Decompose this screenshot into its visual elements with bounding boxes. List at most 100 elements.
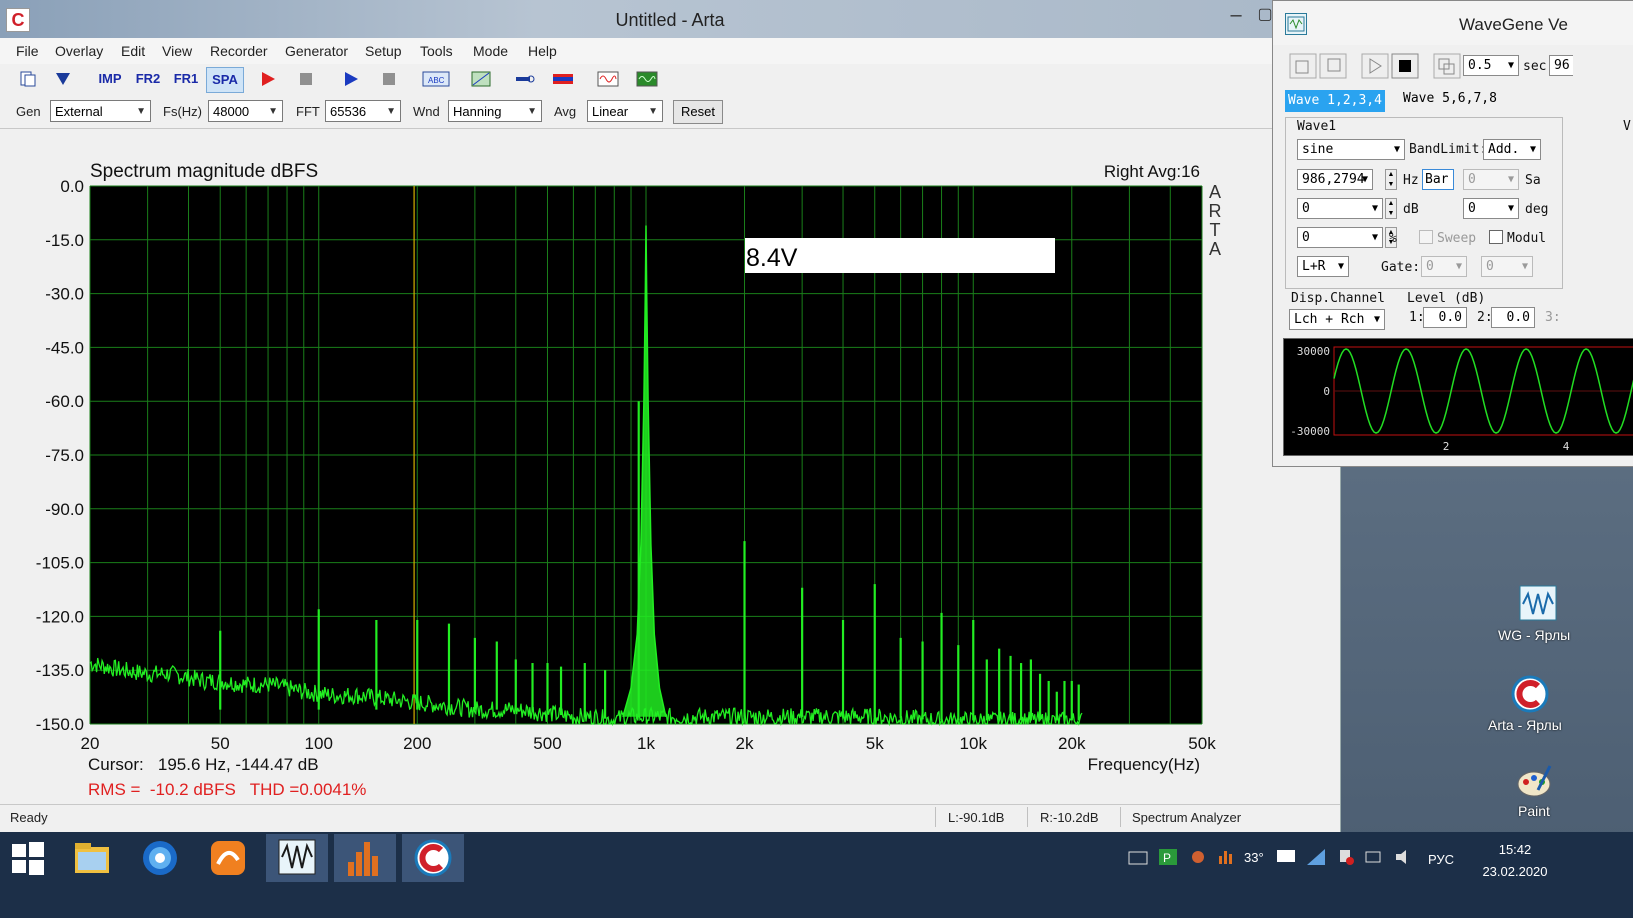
modul-checkbox[interactable] (1489, 230, 1503, 244)
status-separator (935, 807, 936, 827)
browser-icon[interactable] (140, 838, 180, 878)
fs-select[interactable]: 48000 ▼ (208, 100, 283, 122)
x-tick-label: 50k (1188, 734, 1216, 753)
menu-mode[interactable]: Mode (473, 43, 508, 59)
p-tray-icon[interactable]: P (1158, 848, 1178, 866)
frequency-field[interactable]: 986,2794 ▼ (1297, 169, 1373, 190)
new-document-icon[interactable] (17, 70, 39, 88)
bar-button[interactable]: Bar (1422, 169, 1454, 190)
window-select[interactable]: Hanning ▼ (448, 100, 542, 122)
frequency-spinner[interactable]: ▲ ▼ (1385, 169, 1397, 190)
desktop-icon-label[interactable]: Paint (1518, 803, 1550, 819)
fr2-mode-button[interactable]: FR2 (131, 67, 165, 91)
signal-tray-icon[interactable] (1306, 848, 1326, 866)
channel-select[interactable]: L+R ▼ (1297, 256, 1349, 277)
display-tray-icon[interactable] (1276, 848, 1296, 866)
disp-channel-select[interactable]: Lch + Rch ▼ (1289, 309, 1385, 330)
stop-generator-icon[interactable] (378, 70, 400, 88)
menu-generator[interactable]: Generator (285, 43, 348, 59)
phase-value: 0 (1468, 201, 1476, 216)
play-icon[interactable] (1361, 53, 1389, 79)
wavegene-taskbar-icon[interactable] (266, 834, 328, 882)
duty-field[interactable]: 0 ▼ (1297, 227, 1383, 248)
menu-view[interactable]: View (162, 43, 192, 59)
copy-right-icon[interactable] (1319, 53, 1347, 79)
scope-icon[interactable] (636, 70, 658, 88)
arta-taskbar-icon[interactable] (402, 834, 464, 882)
minimize-icon[interactable]: – (1222, 4, 1250, 28)
status-ready: Ready (10, 810, 48, 825)
bandlimit-value: Add. (1488, 142, 1520, 157)
menu-help[interactable]: Help (528, 43, 557, 59)
menu-file[interactable]: File (16, 43, 39, 59)
level-db-spinner[interactable]: ▲ ▼ (1385, 198, 1397, 219)
menu-overlay[interactable]: Overlay (55, 43, 103, 59)
stop-icon[interactable] (295, 70, 317, 88)
language-indicator[interactable]: РУС (1428, 852, 1454, 867)
audio-meter-taskbar-icon[interactable] (334, 834, 396, 882)
tab-wave-5-8[interactable]: Wave 5,6,7,8 (1403, 91, 1497, 106)
open-icon[interactable] (52, 70, 74, 88)
color-bar-icon[interactable] (552, 70, 574, 88)
wnd-label: Wnd (413, 104, 440, 119)
clock-date[interactable]: 23.02.2020 (1472, 864, 1558, 879)
record-play-icon[interactable] (257, 70, 279, 88)
copy-left-icon[interactable] (1289, 53, 1317, 79)
probe-icon[interactable] (514, 70, 536, 88)
menu-recorder[interactable]: Recorder (210, 43, 268, 59)
reset-button[interactable]: Reset (673, 100, 723, 124)
toolbar: IMP FR2 FR1 SPA ABC (0, 64, 1340, 94)
temperature-readout[interactable]: 33° (1244, 850, 1264, 865)
volume-tray-icon[interactable] (1394, 848, 1414, 866)
menu-setup[interactable]: Setup (365, 43, 402, 59)
uc-browser-icon[interactable] (208, 838, 248, 878)
meter-tray-icon[interactable] (1216, 846, 1236, 866)
windows-start-icon[interactable] (10, 840, 46, 876)
phase-field[interactable]: 0 ▼ (1463, 198, 1519, 219)
arta-shortcut-icon[interactable] (1510, 674, 1550, 714)
tab-wave-1-4[interactable]: Wave 1,2,3,4 (1285, 90, 1385, 112)
desktop-icon-label[interactable]: Arta - Ярлы (1488, 717, 1562, 733)
spectrum-chart[interactable]: 0.0 -15.0 -30.0 -45.0 -60.0 -75.0 -90.0 -105.0 -… (12, 132, 1282, 800)
loop-icon[interactable] (1433, 53, 1461, 79)
wavegene-app-icon[interactable] (1285, 13, 1307, 35)
chevron-down-icon: ▼ (1507, 174, 1514, 185)
avg-label: Avg (554, 104, 577, 119)
samplerate-field[interactable]: 96 (1549, 55, 1573, 76)
abc-icon[interactable]: ABC (422, 70, 450, 88)
paint-shortcut-icon[interactable] (1514, 760, 1554, 800)
status-right-level: R:-10.2dB (1040, 810, 1099, 825)
stop-icon[interactable] (1391, 53, 1419, 79)
avg-select[interactable]: Linear ▼ (587, 100, 663, 122)
disp-channel-value: Lch + Rch (1294, 312, 1365, 327)
wave-type-select[interactable]: sine ▼ (1297, 139, 1405, 160)
chevron-down-icon: ▼ (1521, 261, 1528, 272)
play-icon[interactable] (340, 70, 362, 88)
duration-select[interactable]: 0.5 ▼ (1463, 55, 1519, 76)
file-explorer-icon[interactable] (72, 838, 112, 878)
chevron-down-icon: ▼ (136, 106, 146, 117)
clock-time[interactable]: 15:42 (1478, 842, 1552, 857)
fr1-mode-button[interactable]: FR1 (169, 67, 203, 91)
network-tray-icon[interactable] (1188, 848, 1208, 866)
spa-mode-button[interactable]: SPA (206, 67, 244, 93)
waveform-icon[interactable] (597, 70, 619, 88)
desktop-icon-label[interactable]: WG - Ярлы (1498, 627, 1570, 643)
keyboard-tray-icon[interactable] (1128, 850, 1148, 866)
level-db-field[interactable]: 0 ▼ (1297, 198, 1383, 219)
gate1-field: 0 ▼ (1421, 256, 1467, 277)
power-tray-icon[interactable] (1364, 848, 1384, 866)
gen-select[interactable]: External ▼ (50, 100, 151, 122)
menu-tools[interactable]: Tools (420, 43, 453, 59)
sa-unit: Sa (1525, 173, 1541, 188)
fft-select[interactable]: 65536 ▼ (325, 100, 401, 122)
y-tick-label: -150.0 (36, 715, 84, 734)
sweep-checkbox[interactable] (1419, 230, 1433, 244)
wavegene-shortcut-icon[interactable] (1518, 584, 1558, 624)
flag-tray-icon[interactable] (1336, 848, 1356, 866)
menu-edit[interactable]: Edit (121, 43, 145, 59)
spectrum-settings-icon[interactable] (470, 70, 492, 88)
bandlimit-select[interactable]: Add. ▼ (1483, 139, 1541, 160)
imp-mode-button[interactable]: IMP (93, 67, 127, 91)
chevron-down-icon: ▼ (268, 106, 278, 117)
